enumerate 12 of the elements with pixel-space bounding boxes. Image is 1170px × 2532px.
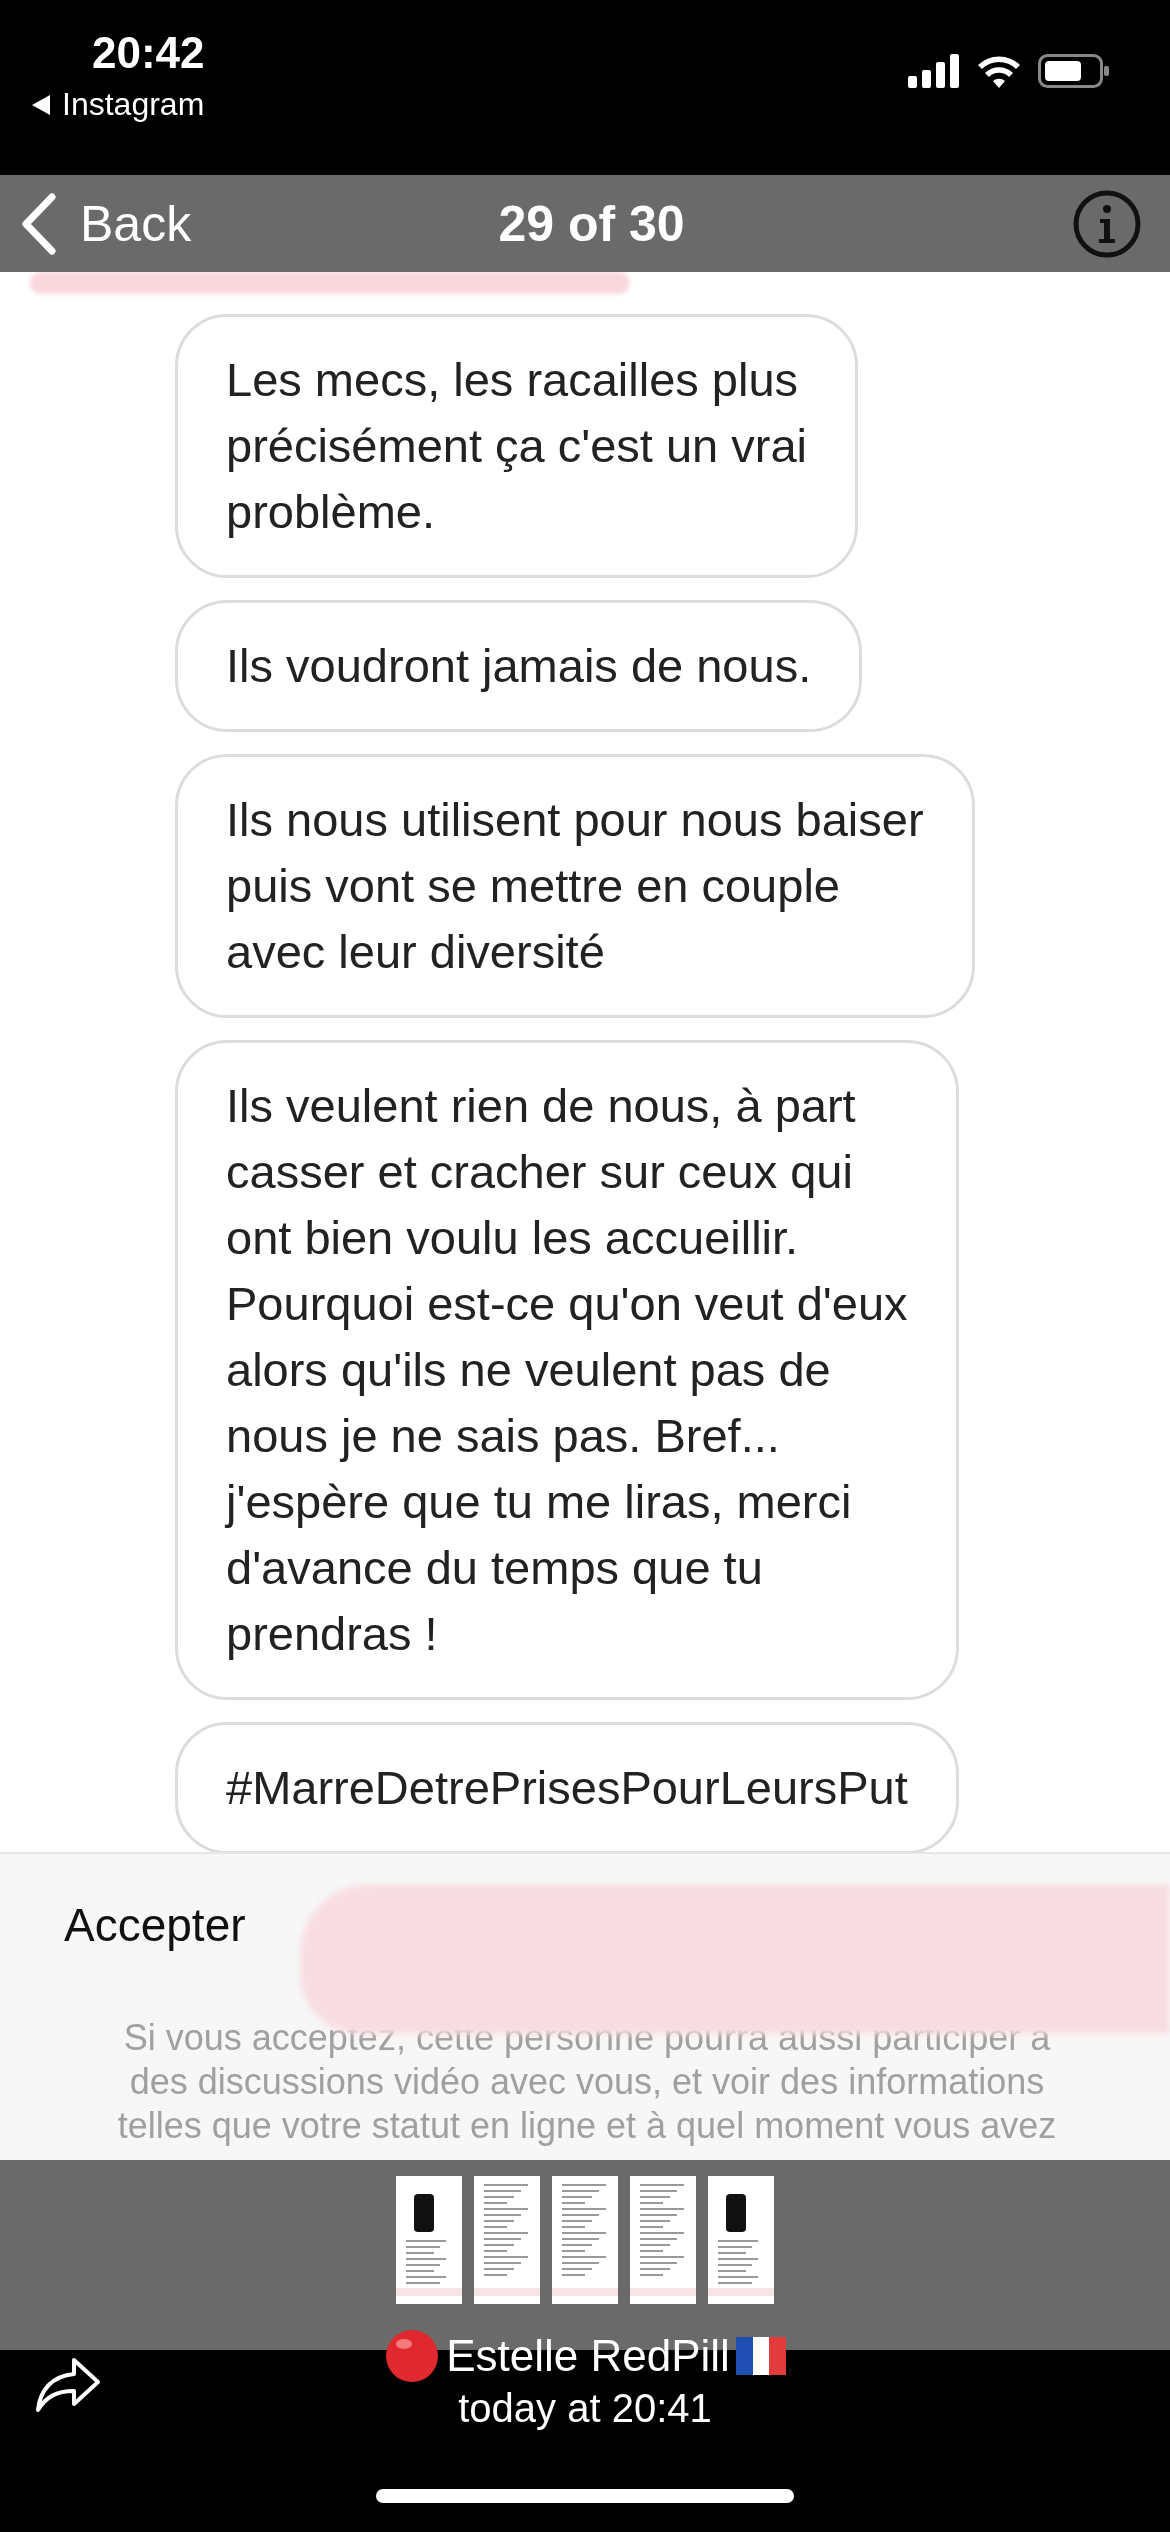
message-bubble: #MarreDetrePrisesPourLeursPut [175,1722,959,1852]
message-bubble: Ils veulent rien de nous, à part casser et cracher sur ceux qui ont bien voulu les accueillir. Pourquoi est-ce qu'on veut d'eux alors qu'ils ne veulent pas de nous je ne sais pas. Bref... j'espère que tu me liras, merci d'avance du temps que tu prendras ! [175,1040,959,1700]
sender-name: Estelle RedPill [446,2331,730,2381]
back-to-app-link[interactable]: Instagram [30,86,205,123]
message-bubble: Ils voudront jamais de nous. [175,600,863,732]
photo-counter: 29 of 30 [498,194,685,253]
message-bubble: Ils nous utilisent pour nous baiser puis vont se mettre en couple avec leur diversité [175,754,975,1018]
message-bubble: Les mecs, les racailles plus précisément ça c'est un vrai problème. [175,314,859,578]
timestamp: today at 20:41 [458,2386,712,2431]
clock-time: 20:42 [92,28,205,78]
request-title: Accepter [64,1898,247,1952]
back-button[interactable]: Back [20,192,192,255]
